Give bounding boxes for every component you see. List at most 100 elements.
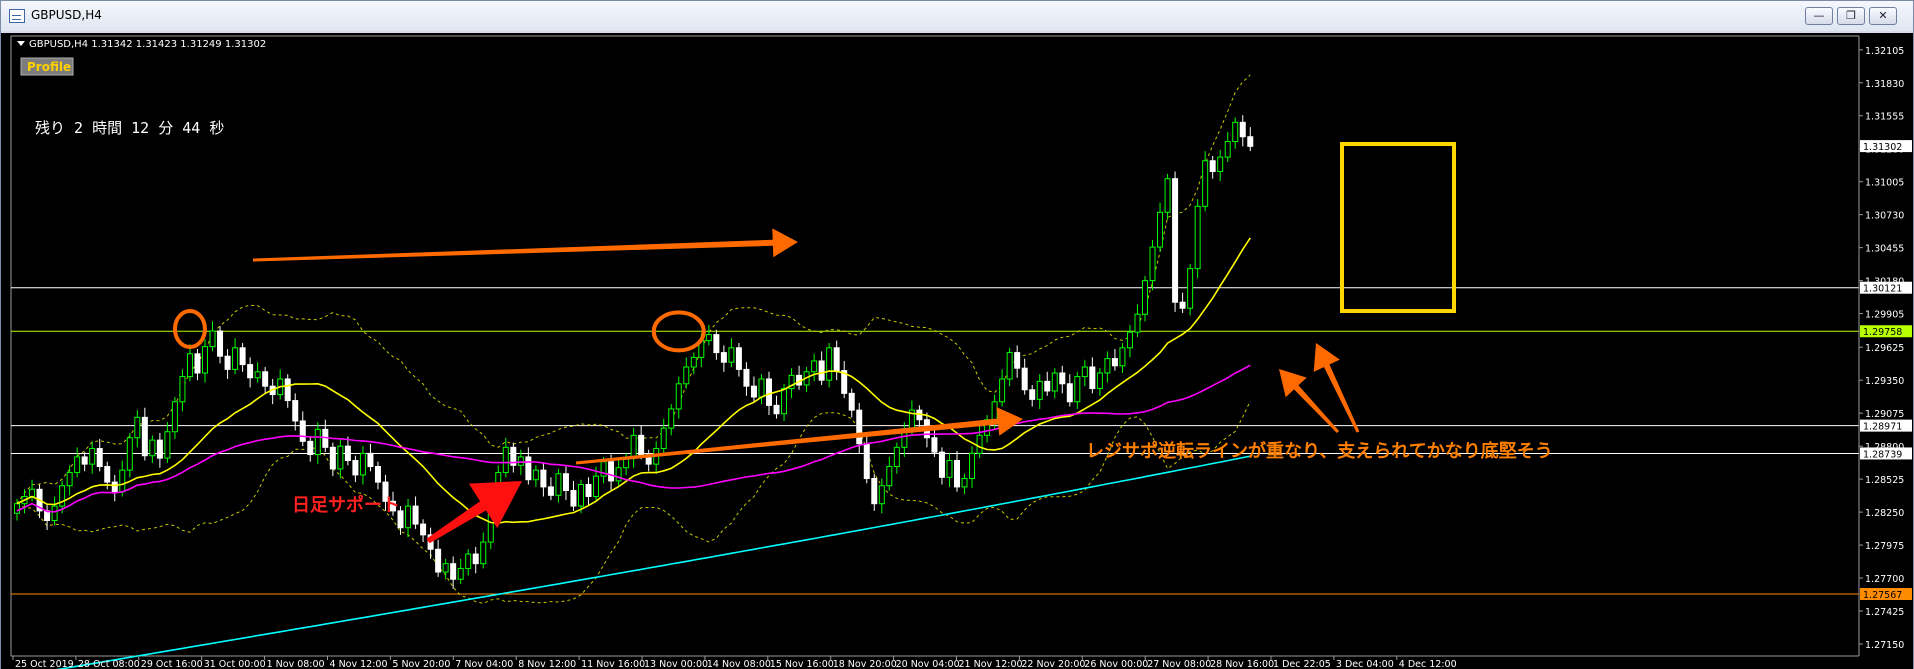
candle-body[interactable] bbox=[126, 437, 133, 471]
candle-body[interactable] bbox=[705, 334, 712, 342]
candle-body[interactable] bbox=[209, 330, 216, 348]
candle-body[interactable] bbox=[217, 330, 224, 357]
candle-body[interactable] bbox=[239, 347, 246, 366]
candle-body[interactable] bbox=[1126, 331, 1133, 349]
candle-body[interactable] bbox=[1194, 205, 1201, 270]
candle-body[interactable] bbox=[593, 475, 600, 498]
candle-body[interactable] bbox=[1232, 121, 1239, 143]
candle-body[interactable] bbox=[247, 364, 254, 379]
candle-body[interactable] bbox=[758, 378, 765, 398]
candle-body[interactable] bbox=[1217, 156, 1224, 173]
candle-body[interactable] bbox=[367, 452, 374, 468]
candle-body[interactable] bbox=[292, 400, 299, 422]
candle-body[interactable] bbox=[337, 445, 344, 470]
candle-body[interactable] bbox=[374, 466, 381, 483]
candle-body[interactable] bbox=[773, 404, 780, 415]
candle-body[interactable] bbox=[720, 352, 727, 363]
candle-body[interactable] bbox=[660, 427, 667, 450]
candle-body[interactable] bbox=[525, 456, 532, 481]
candle-body[interactable] bbox=[1111, 358, 1118, 367]
candle-body[interactable] bbox=[1089, 366, 1096, 390]
candle-body[interactable] bbox=[540, 469, 547, 488]
candle-body[interactable] bbox=[1074, 376, 1081, 403]
candle-body[interactable] bbox=[728, 347, 735, 363]
candle-body[interactable] bbox=[886, 466, 893, 487]
candle-body[interactable] bbox=[412, 505, 419, 525]
candle-body[interactable] bbox=[405, 505, 412, 529]
candle-body[interactable] bbox=[344, 445, 351, 462]
candle-body[interactable] bbox=[578, 484, 584, 507]
candle-body[interactable] bbox=[856, 409, 863, 445]
candle-body[interactable] bbox=[1096, 372, 1103, 390]
candle-body[interactable] bbox=[1209, 160, 1216, 173]
candle-body[interactable] bbox=[954, 460, 960, 488]
price-chart[interactable]: 1.321051.318301.315551.312801.310051.307… bbox=[1, 33, 1913, 669]
candle-body[interactable] bbox=[893, 446, 900, 468]
candle-body[interactable] bbox=[1021, 367, 1028, 391]
candle-body[interactable] bbox=[735, 347, 742, 370]
candle-body[interactable] bbox=[329, 446, 336, 470]
candle-body[interactable] bbox=[1104, 358, 1111, 374]
candle-body[interactable] bbox=[1164, 178, 1171, 213]
candle-body[interactable] bbox=[931, 437, 938, 453]
candle-body[interactable] bbox=[570, 490, 577, 507]
candle-body[interactable] bbox=[1036, 380, 1043, 400]
candle-body[interactable] bbox=[254, 371, 261, 379]
candle-body[interactable] bbox=[743, 368, 750, 387]
candle-body[interactable] bbox=[224, 355, 231, 370]
restore-button[interactable]: ❐ bbox=[1837, 7, 1865, 25]
candle-body[interactable] bbox=[465, 553, 472, 569]
candle-body[interactable] bbox=[442, 563, 449, 573]
candle-body[interactable] bbox=[134, 416, 141, 439]
candle-body[interactable] bbox=[517, 456, 524, 466]
candle-body[interactable] bbox=[164, 431, 171, 459]
candle-body[interactable] bbox=[863, 443, 870, 480]
profile-badge[interactable]: Profile bbox=[20, 57, 74, 76]
candle-body[interactable] bbox=[1014, 352, 1021, 369]
candle-body[interactable] bbox=[156, 439, 163, 459]
candle-body[interactable] bbox=[826, 347, 833, 381]
candle-body[interactable] bbox=[435, 548, 442, 573]
candle-body[interactable] bbox=[1081, 366, 1088, 378]
candle-body[interactable] bbox=[307, 440, 314, 456]
candle-body[interactable] bbox=[562, 473, 569, 492]
candle-body[interactable] bbox=[202, 346, 208, 374]
candle-body[interactable] bbox=[457, 567, 464, 580]
candle-body[interactable] bbox=[284, 378, 291, 402]
candle-body[interactable] bbox=[1179, 301, 1186, 309]
candle-body[interactable] bbox=[555, 473, 562, 496]
candle-body[interactable] bbox=[89, 448, 96, 465]
candle-body[interactable] bbox=[1044, 380, 1051, 392]
candle-body[interactable] bbox=[750, 385, 757, 398]
candle-body[interactable] bbox=[194, 353, 201, 374]
candle-body[interactable] bbox=[149, 439, 156, 457]
candle-body[interactable] bbox=[314, 428, 321, 456]
candle-body[interactable] bbox=[938, 451, 945, 478]
candle-body[interactable] bbox=[766, 378, 772, 406]
candle-body[interactable] bbox=[1172, 178, 1179, 303]
candle-body[interactable] bbox=[111, 481, 118, 493]
candle-body[interactable] bbox=[179, 376, 186, 403]
candle-body[interactable] bbox=[713, 334, 720, 354]
candle-body[interactable] bbox=[811, 360, 818, 373]
candle-body[interactable] bbox=[969, 452, 976, 480]
candle-body[interactable] bbox=[1247, 136, 1254, 147]
candle-body[interactable] bbox=[66, 472, 73, 487]
candle-body[interactable] bbox=[1187, 268, 1194, 309]
candle-body[interactable] bbox=[547, 486, 554, 496]
close-button[interactable]: ✕ bbox=[1869, 7, 1897, 25]
candle-body[interactable] bbox=[96, 448, 103, 468]
candle-body[interactable] bbox=[1029, 389, 1036, 400]
candle-body[interactable] bbox=[1202, 160, 1209, 207]
candle-body[interactable] bbox=[668, 408, 675, 429]
candle-body[interactable] bbox=[420, 523, 427, 536]
candle-body[interactable] bbox=[502, 446, 509, 474]
candle-body[interactable] bbox=[961, 478, 968, 488]
candle-body[interactable] bbox=[81, 456, 88, 465]
candle-body[interactable] bbox=[878, 485, 885, 505]
candle-body[interactable] bbox=[104, 466, 111, 483]
candle-body[interactable] bbox=[262, 371, 269, 387]
candle-body[interactable] bbox=[51, 505, 58, 521]
candle-body[interactable] bbox=[359, 452, 366, 476]
candle-body[interactable] bbox=[608, 461, 615, 482]
